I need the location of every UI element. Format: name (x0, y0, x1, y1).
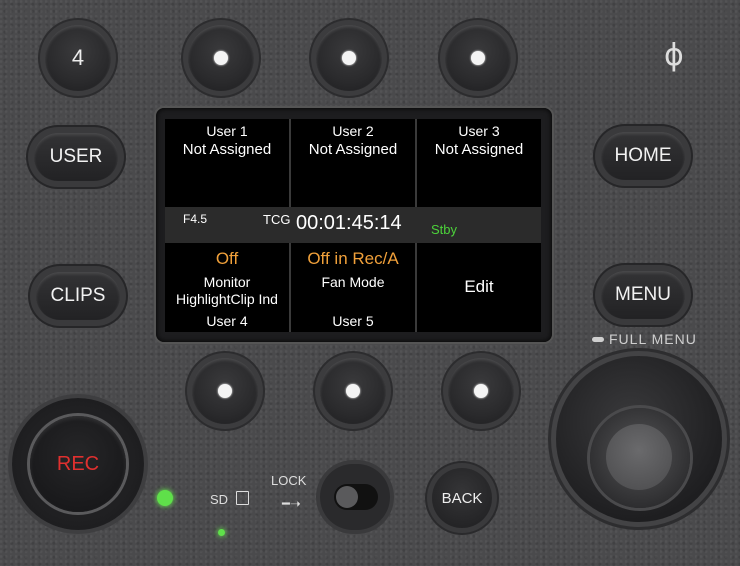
lock-label: LOCK (271, 473, 307, 488)
home-button[interactable]: HOME (601, 132, 685, 180)
user1-value: Not Assigned (182, 141, 272, 158)
menu-button-label: MENU (615, 284, 671, 305)
home-button-label: HOME (614, 145, 672, 166)
user3-cell[interactable]: User 3 Not Assigned (417, 123, 541, 158)
timecode-label: TCG (263, 212, 291, 227)
rec-button[interactable]: REC (30, 416, 126, 512)
lcd-bottom-center-button[interactable] (320, 358, 386, 424)
user4-line2: HighlightClip Ind (176, 291, 278, 307)
bullet-icon (214, 51, 228, 65)
jog-dial-knob[interactable] (606, 424, 672, 490)
sd-card-icon (236, 491, 249, 505)
recording-state: Stby (431, 222, 458, 237)
user4-title: User 4 (206, 313, 248, 329)
bullet-icon (342, 51, 356, 65)
menu-button[interactable]: MENU (601, 271, 685, 319)
user2-cell[interactable]: User 2 Not Assigned (291, 123, 415, 158)
user3-title: User 3 (458, 123, 500, 139)
full-menu-text: FULL MENU (609, 331, 697, 347)
user5-line1: Fan Mode (321, 274, 385, 290)
lock-arrow-icon: ━➝ (282, 496, 301, 511)
user4-line1: Monitor (203, 274, 251, 290)
sd-label: SD (210, 492, 229, 507)
power-symbol-icon: ϕ (664, 38, 684, 73)
user5-title: User 5 (332, 313, 374, 329)
bullet-icon (474, 384, 488, 398)
status-bar: F4.5 TCG 00:01:45:14 Stby (165, 207, 541, 243)
user4-state: Off (215, 249, 239, 268)
user1-cell[interactable]: User 1 Not Assigned (165, 123, 289, 158)
user2-title: User 2 (332, 123, 374, 139)
bullet-icon (218, 384, 232, 398)
user1-title: User 1 (206, 123, 248, 139)
tally-led-icon (157, 490, 173, 506)
user4-cell[interactable]: Off Monitor HighlightClip Ind User 4 (165, 249, 289, 329)
bullet-icon (471, 51, 485, 65)
user-button-label: USER (49, 146, 103, 167)
edit-label: Edit (464, 277, 494, 296)
fstop-readout: F4.5 (183, 212, 208, 226)
back-button[interactable]: BACK (432, 468, 492, 528)
bullet-icon (346, 384, 360, 398)
back-label: BACK (441, 489, 483, 507)
full-menu-label: FULL MENU (592, 331, 697, 347)
lcd-bottom-right-button[interactable] (448, 358, 514, 424)
lock-switch-knob[interactable] (336, 486, 358, 508)
timecode-readout: 00:01:45:14 (296, 212, 402, 234)
lcd-top-center-button[interactable] (316, 25, 382, 91)
lcd-top-left-button[interactable] (188, 25, 254, 91)
user3-value: Not Assigned (434, 141, 524, 158)
user5-state: Off in Rec/A (307, 249, 399, 268)
rec-label: REC (56, 452, 100, 475)
user2-value: Not Assigned (308, 141, 398, 158)
user5-cell[interactable]: Off in Rec/A Fan Mode User 5 (291, 249, 415, 329)
lcd-top-right-button[interactable] (445, 25, 511, 91)
dash-icon (592, 336, 604, 342)
lcd-screen: User 1 Not Assigned User 2 Not Assigned … (165, 119, 541, 332)
edit-cell[interactable]: Edit (417, 277, 541, 297)
lcd-bottom-left-button[interactable] (192, 358, 258, 424)
assign-4-label: 4 (71, 45, 85, 70)
assign-4-button[interactable]: 4 (45, 25, 111, 91)
user-button[interactable]: USER (34, 133, 118, 181)
sd-access-led-icon (218, 529, 225, 536)
clips-button[interactable]: CLIPS (36, 272, 120, 320)
clips-button-label: CLIPS (50, 285, 106, 306)
